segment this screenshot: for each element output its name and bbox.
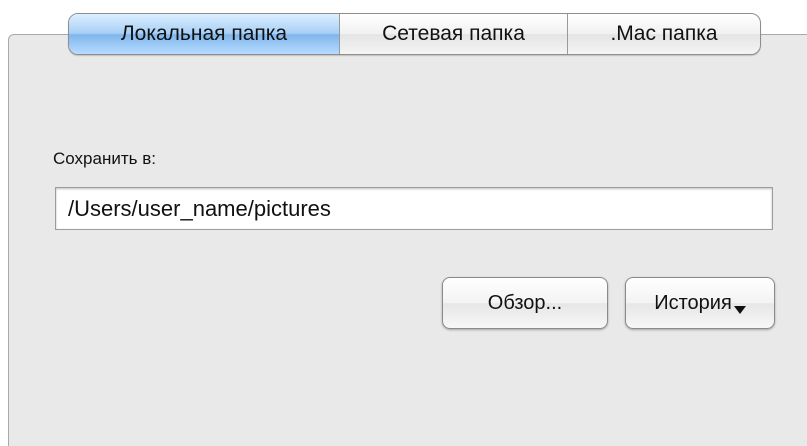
- group-box: [8, 34, 807, 446]
- tab-network-folder[interactable]: Сетевая папка: [339, 14, 567, 54]
- save-to-label: Сохранить в:: [53, 149, 156, 168]
- folder-type-tabs: Локальная папка Сетевая папка .Mac папка: [68, 13, 761, 55]
- browse-button-label: Обзор...: [487, 291, 563, 314]
- tab-local-folder[interactable]: Локальная папка: [69, 14, 339, 54]
- tab-mac-folder[interactable]: .Mac папка: [567, 14, 760, 54]
- history-button-label: История: [654, 291, 732, 314]
- browse-button[interactable]: Обзор...: [442, 277, 608, 329]
- history-button[interactable]: История: [625, 277, 775, 329]
- triangle-down-icon: [733, 306, 746, 314]
- save-location-dialog: Локальная папка Сетевая папка .Mac папка…: [0, 0, 807, 446]
- save-path-input[interactable]: [55, 187, 773, 230]
